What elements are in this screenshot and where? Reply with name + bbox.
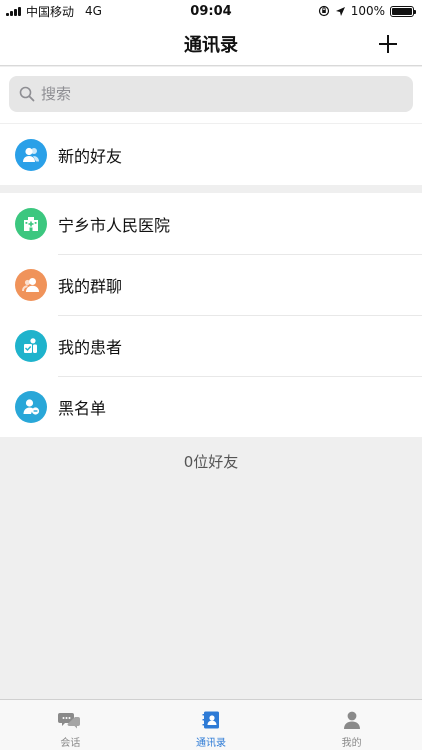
tab-chats[interactable]: 会话 (0, 700, 141, 750)
friend-count: 0位好友 (183, 453, 239, 471)
nav-bar: 通讯录 (0, 22, 422, 66)
signal-icon (6, 6, 21, 16)
add-button[interactable] (374, 30, 402, 58)
orientation-lock-icon (318, 5, 329, 17)
list-item-label: 我的患者 (58, 337, 123, 357)
list-item-group-chat[interactable]: 我的群聊 (0, 254, 422, 315)
list-item-label: 黑名单 (58, 398, 107, 418)
status-right: 100% (318, 4, 416, 18)
status-left: 中国移动 4G (6, 3, 102, 20)
plus-icon (379, 35, 397, 53)
page-title: 通讯录 (184, 34, 238, 56)
list-item-blacklist[interactable]: 黑名单 (0, 376, 422, 437)
group-chat-icon (15, 268, 47, 301)
search-input[interactable] (41, 85, 413, 103)
battery-icon (390, 5, 416, 17)
contact-groups-section: 宁乡市人民医院 我的群聊 我的患者 黑名单 (0, 193, 422, 437)
list-item-new-friend[interactable]: 新的好友 (0, 124, 422, 185)
contacts-icon (202, 711, 219, 729)
patient-icon (15, 329, 47, 362)
tab-bar: 会话 通讯录 我的 (0, 699, 422, 750)
tab-me[interactable]: 我的 (281, 700, 422, 750)
status-bar: 中国移动 4G 09:04 100% (0, 0, 422, 22)
tab-label: 会话 (60, 738, 81, 749)
blacklist-icon (15, 390, 47, 423)
chat-icon (58, 713, 81, 729)
network-type: 4G (85, 4, 102, 18)
list-item-label: 我的群聊 (58, 276, 123, 296)
list-item-hospital[interactable]: 宁乡市人民医院 (0, 193, 422, 254)
carrier-name: 中国移动 (26, 4, 75, 19)
list-item-label: 宁乡市人民医院 (58, 215, 171, 235)
list-item-patients[interactable]: 我的患者 (0, 315, 422, 376)
new-friend-section: 新的好友 (0, 124, 422, 185)
battery-percent: 100% (350, 4, 385, 18)
hospital-icon (15, 207, 47, 240)
new-friend-icon (15, 138, 47, 171)
tab-contacts[interactable]: 通讯录 (141, 700, 282, 750)
list-item-label: 新的好友 (58, 146, 123, 166)
profile-icon (343, 711, 360, 729)
search-bar[interactable] (9, 76, 413, 112)
tab-label: 通讯录 (196, 738, 226, 749)
search-area (0, 67, 422, 123)
search-icon (19, 86, 35, 102)
tab-label: 我的 (341, 738, 362, 749)
location-icon (335, 6, 345, 16)
